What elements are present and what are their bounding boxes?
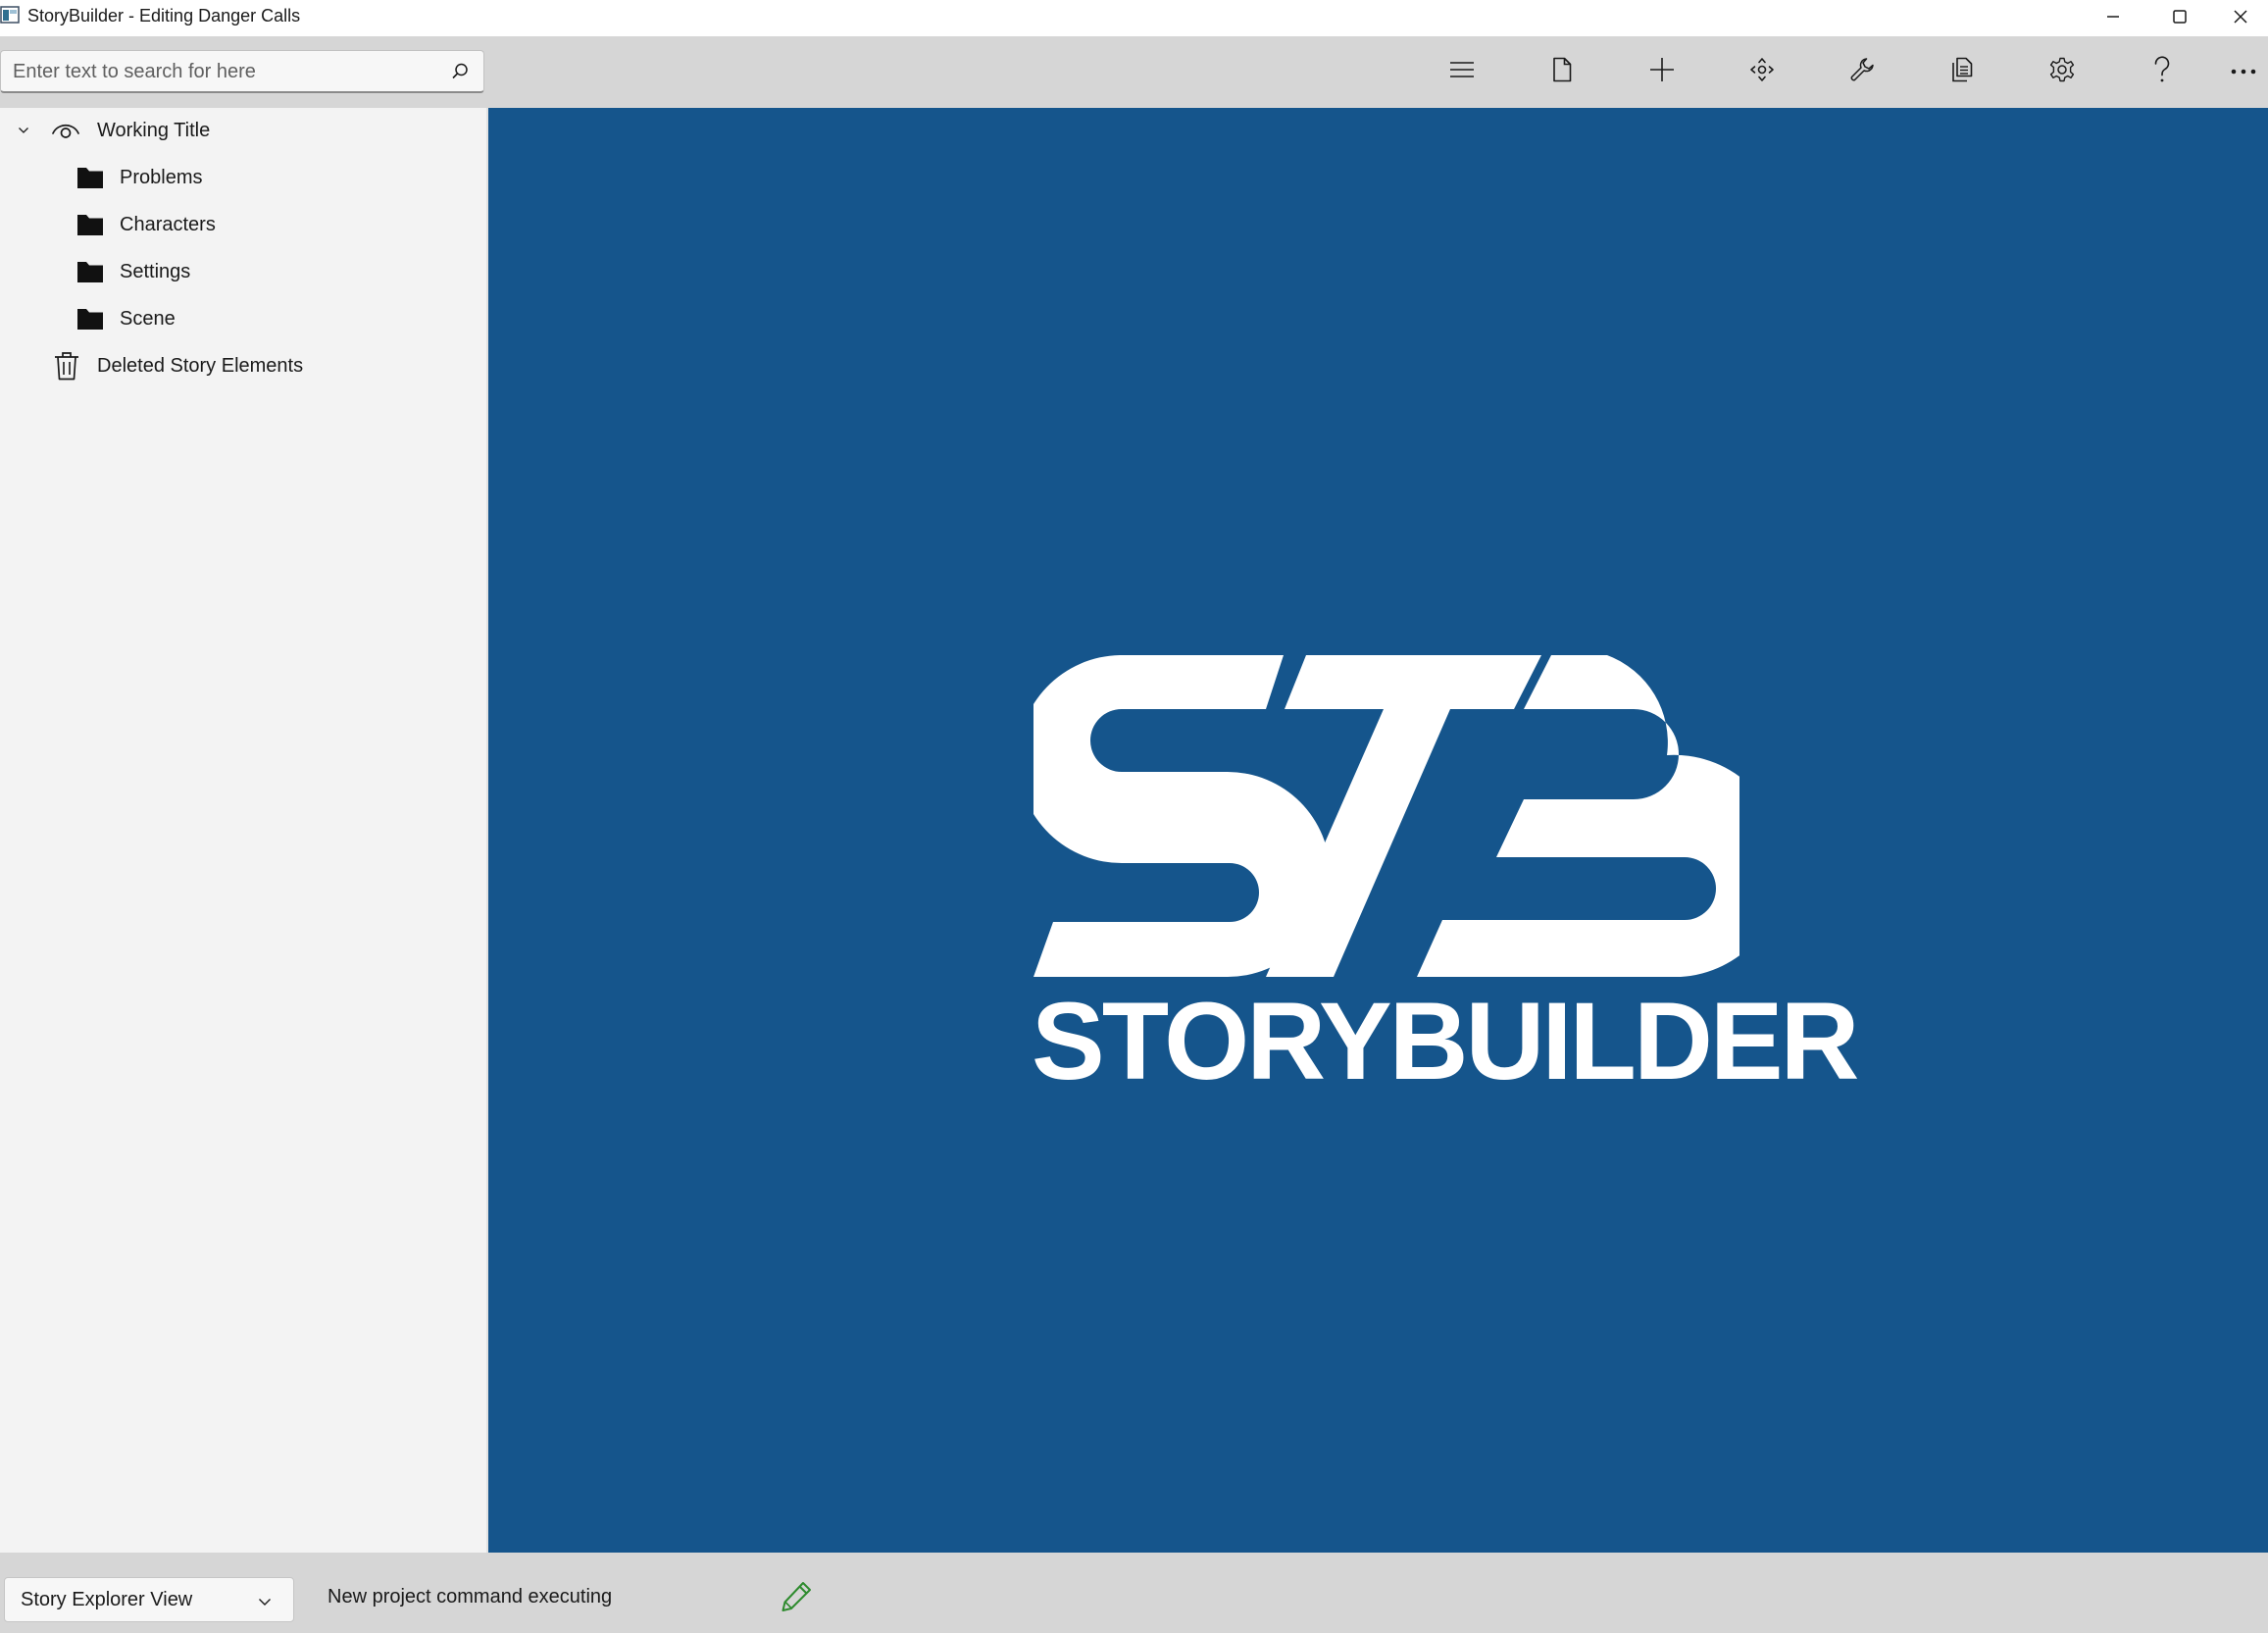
pencil-icon <box>780 1580 813 1618</box>
folder-icon <box>76 260 105 283</box>
more-button[interactable] <box>2220 50 2267 93</box>
move-button[interactable] <box>1739 50 1786 93</box>
tree-item-problems[interactable]: Problems <box>0 158 486 197</box>
chevron-down-icon <box>258 1594 272 1611</box>
tree-item-label: Working Title <box>97 119 211 141</box>
search-box[interactable] <box>0 50 484 93</box>
tree-item-deleted-story-elements[interactable]: Deleted Story Elements <box>0 346 486 385</box>
view-selector[interactable]: Story Explorer View <box>4 1577 294 1622</box>
document-icon <box>1551 57 1573 87</box>
tree-item-characters[interactable]: Characters <box>0 205 486 244</box>
folder-icon <box>76 166 105 189</box>
menu-button[interactable] <box>1438 50 1486 93</box>
file-button[interactable] <box>1538 50 1586 93</box>
wrench-icon <box>1849 57 1875 87</box>
reports-button[interactable] <box>1939 50 1986 93</box>
tree-item-label: Problems <box>120 166 203 188</box>
toolbar <box>0 36 2268 108</box>
title-bar: StoryBuilder - Editing Danger Calls <box>0 0 2268 37</box>
tree-item-scene[interactable]: Scene <box>0 299 486 338</box>
move-icon <box>1749 57 1775 87</box>
storybuilder-logo <box>1017 655 1786 984</box>
main-content: STORYBUILDER <box>488 108 2268 1553</box>
maximize-icon <box>2172 9 2188 25</box>
copy-icon <box>1950 57 1974 87</box>
settings-button[interactable] <box>2039 50 2086 93</box>
trash-icon <box>53 351 80 381</box>
plus-icon <box>1649 57 1675 87</box>
app-icon <box>0 6 20 24</box>
view-selector-value: Story Explorer View <box>21 1589 193 1610</box>
help-button[interactable] <box>2139 50 2186 93</box>
close-button[interactable] <box>2213 0 2268 33</box>
gear-icon <box>2049 57 2075 87</box>
window-title: StoryBuilder - Editing Danger Calls <box>27 6 301 26</box>
story-explorer: Working Title Problems Characters Settin… <box>0 108 488 1553</box>
search-input[interactable] <box>11 51 436 92</box>
tree-item-working-title[interactable]: Working Title <box>0 111 486 150</box>
status-message: New project command executing <box>328 1586 613 1607</box>
minimize-icon <box>2105 9 2121 25</box>
tree-item-label: Scene <box>120 307 176 330</box>
minimize-button[interactable] <box>2080 0 2146 33</box>
status-bar: Story Explorer View New project command … <box>0 1553 2268 1633</box>
maximize-button[interactable] <box>2146 0 2213 33</box>
folder-icon <box>76 307 105 331</box>
more-icon <box>2231 63 2256 80</box>
logo-wordmark: STORYBUILDER <box>1032 980 1859 1102</box>
tree-item-settings[interactable]: Settings <box>0 252 486 291</box>
tools-button[interactable] <box>1839 50 1886 93</box>
eye-icon <box>51 121 80 140</box>
close-icon <box>2233 9 2248 25</box>
tree-item-label: Deleted Story Elements <box>97 354 304 377</box>
add-button[interactable] <box>1638 50 1686 93</box>
search-icon[interactable] <box>450 62 470 86</box>
chevron-down-icon[interactable] <box>14 127 33 134</box>
folder-icon <box>76 213 105 236</box>
help-icon <box>2152 55 2172 88</box>
hamburger-icon <box>1449 59 1475 85</box>
tree-item-label: Characters <box>120 213 216 235</box>
tree-item-label: Settings <box>120 260 191 282</box>
